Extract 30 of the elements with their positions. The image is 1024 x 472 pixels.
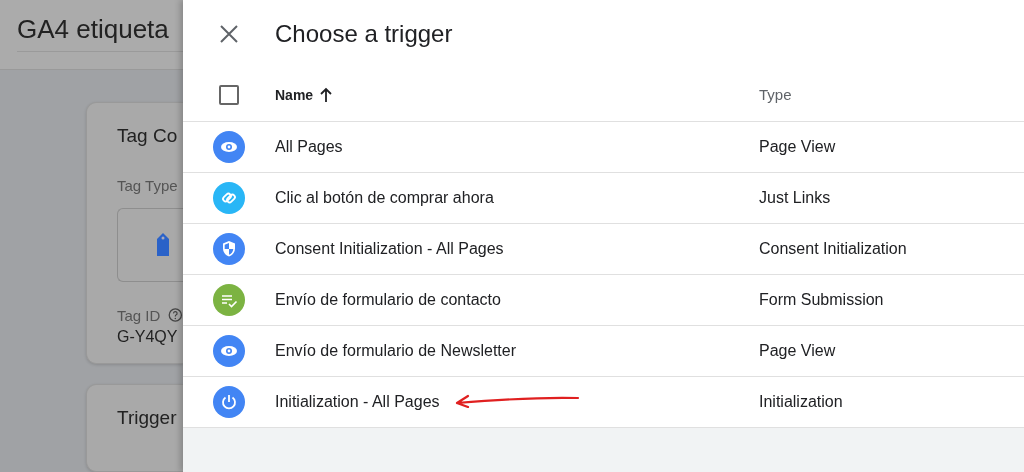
column-header[interactable]: Name xyxy=(275,86,759,103)
trigger-type: Page View xyxy=(759,342,836,359)
trigger-type: Initialization xyxy=(759,393,843,410)
trigger-type: Form Submission xyxy=(759,291,884,308)
card-heading: Trigger xyxy=(117,406,178,429)
table-row[interactable]: Envío de formulario de Newsletter Page View xyxy=(183,326,1024,377)
tag-icon xyxy=(154,232,172,258)
trigger-type: Just Links xyxy=(759,189,831,206)
trigger-name: Clic al botón de comprar ahora xyxy=(275,189,494,206)
trigger-type: Consent Initialization xyxy=(759,240,907,257)
table-row[interactable]: Clic al botón de comprar ahora Just Links xyxy=(183,173,1024,224)
field-label: Tag ID xyxy=(117,306,161,324)
help-icon xyxy=(168,306,183,324)
sort-arrow-icon xyxy=(319,86,334,103)
column-header[interactable]: Type xyxy=(759,86,792,103)
table-row[interactable]: Consent Initialization - All Pages Consent Initialization xyxy=(183,224,1024,275)
card-heading: Tag Co xyxy=(117,125,179,147)
table-row[interactable]: All Pages Page View xyxy=(183,122,1024,173)
trigger-type: Page View xyxy=(759,138,836,155)
trigger-name: Envío de formulario de contacto xyxy=(275,291,501,308)
close-icon[interactable] xyxy=(219,24,239,44)
field-label: Tag Type xyxy=(117,177,178,194)
tag-id-value: G-Y4QY xyxy=(117,328,179,346)
trigger-name: Envío de formulario de Newsletter xyxy=(275,342,516,359)
checkbox[interactable] xyxy=(219,84,239,105)
dialog-title: Choose a trigger xyxy=(275,20,453,48)
trigger-name: All Pages xyxy=(275,138,343,155)
table-row[interactable]: Envío de formulario de contacto Form Submission xyxy=(183,275,1024,326)
trigger-name: Initialization - All Pages xyxy=(275,393,440,410)
trigger-name: Consent Initialization - All Pages xyxy=(275,240,504,257)
